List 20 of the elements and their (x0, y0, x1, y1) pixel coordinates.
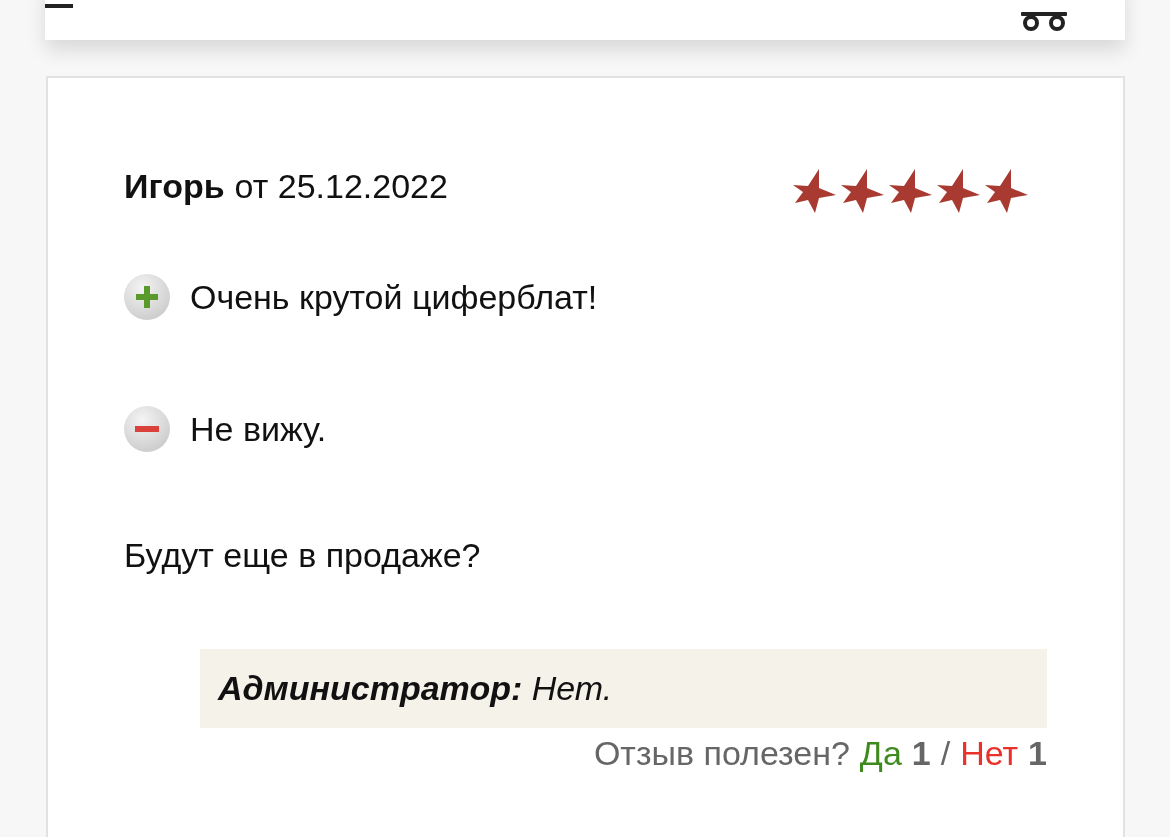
cons-text: Не вижу. (190, 409, 327, 449)
plus-icon (124, 274, 170, 320)
star-icon (791, 168, 837, 214)
pros-text: Очень крутой циферблат! (190, 277, 598, 317)
author-name: Игорь (124, 166, 225, 206)
star-icon (887, 168, 933, 214)
review-comment: Будут еще в продаже? (124, 536, 482, 575)
admin-reply: Администратор: Нет. (200, 649, 1047, 728)
review-date: от 25.12.2022 (234, 166, 448, 206)
helpful-question: Отзыв полезен? (593, 734, 850, 773)
star-icon (935, 168, 981, 214)
star-icon (839, 168, 885, 214)
yes-link[interactable]: Да (859, 734, 902, 773)
yes-count: 1 (911, 734, 931, 773)
star-icon (983, 168, 1029, 214)
no-link[interactable]: Нет (960, 734, 1019, 773)
cart-icon[interactable] (1019, 12, 1069, 32)
no-count: 1 (1028, 734, 1047, 773)
vote-separator: / (940, 734, 951, 773)
minus-icon (124, 406, 170, 452)
